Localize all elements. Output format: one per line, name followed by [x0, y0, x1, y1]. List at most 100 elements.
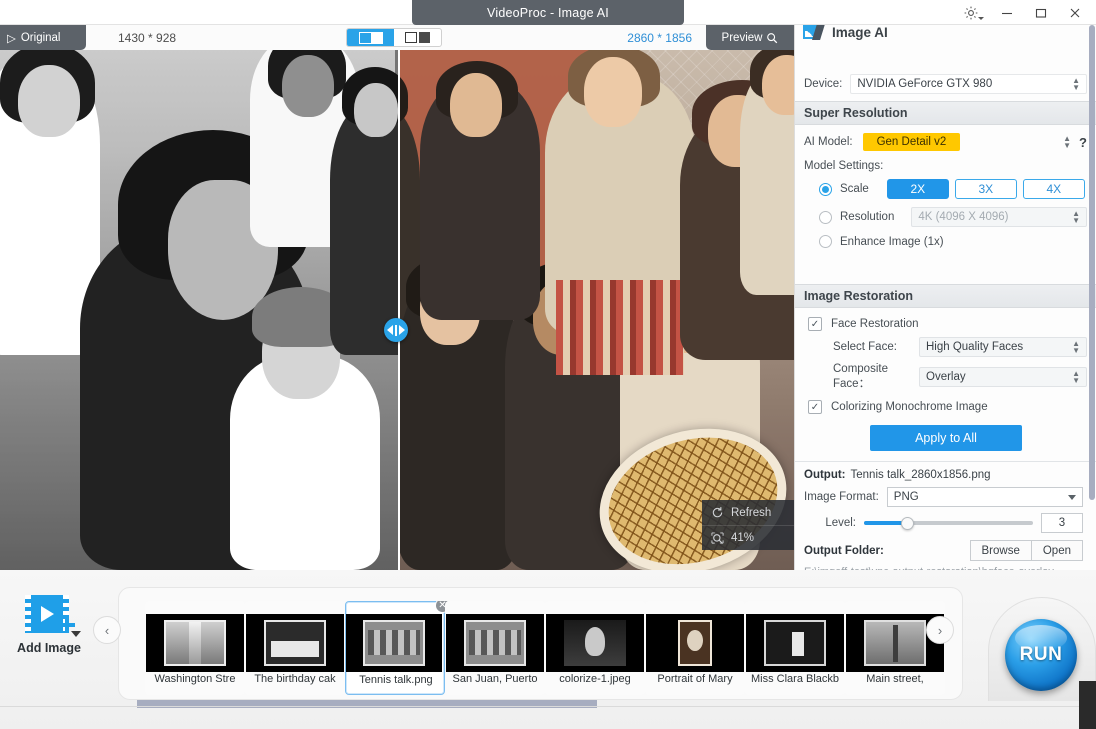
- chevron-right-icon: [399, 325, 405, 335]
- composite-face-select[interactable]: Overlay ▲ ▼: [919, 367, 1087, 387]
- panel-title-label: Image AI: [832, 25, 888, 40]
- thumbnail-image: [246, 614, 344, 672]
- gear-icon[interactable]: [952, 0, 990, 25]
- resolution-value: 4K (4096 X 4096): [918, 211, 1009, 223]
- composite-face-label: Composite Face：: [833, 363, 888, 390]
- view-mode-toggle[interactable]: [346, 28, 442, 47]
- face-restoration-checkbox[interactable]: ✓: [808, 317, 822, 331]
- thumbnail-label: Main street,: [866, 673, 924, 685]
- select-face-select[interactable]: High Quality Faces ▲ ▼: [919, 337, 1087, 357]
- select-face-label: Select Face:: [833, 341, 897, 353]
- resolution-select[interactable]: 4K (4096 X 4096) ▲ ▼: [911, 207, 1087, 227]
- videoproc-image-ai-window: VideoProc - Image AI Refresh 41% ▷ Origi…: [0, 0, 1096, 729]
- output-value: Tennis talk_2860x1856.png: [850, 469, 991, 481]
- title-bar: VideoProc - Image AI: [0, 0, 1096, 25]
- play-icon: ▷: [7, 32, 16, 45]
- thumbnail-image: [446, 614, 544, 672]
- level-value[interactable]: 3: [1041, 513, 1083, 533]
- chevron-updown-icon: ▲ ▼: [1072, 76, 1080, 92]
- thumbnail-item[interactable]: Miss Clara Blackb: [745, 601, 845, 695]
- thumbnail-item[interactable]: Washington Stre: [145, 601, 245, 695]
- thumbnail-label: Miss Clara Blackb: [750, 673, 840, 685]
- scale-3x-button[interactable]: 3X: [954, 179, 1017, 199]
- apply-to-all-button[interactable]: Apply to All: [870, 425, 1022, 451]
- close-button[interactable]: [1058, 0, 1092, 25]
- super-resolution-section: Super Resolution AI Model: Gen Detail v2…: [795, 101, 1096, 258]
- compare-split-line: [398, 25, 400, 570]
- image-format-row: Image Format: PNG: [795, 481, 1096, 507]
- minimize-button[interactable]: [990, 0, 1024, 25]
- resolution-option-row[interactable]: Resolution 4K (4096 X 4096) ▲ ▼: [795, 199, 1096, 227]
- viewer-toolbar: ▷ Original 1430 * 928 2860 * 1856 Previe…: [0, 25, 794, 50]
- enhance-option-row[interactable]: Enhance Image (1x): [795, 227, 1096, 258]
- zoom-level-control[interactable]: 41%: [702, 525, 794, 550]
- window-controls: [952, 0, 1092, 25]
- colorizing-row[interactable]: ✓ Colorizing Monochrome Image: [795, 391, 1096, 423]
- ai-model-row: AI Model: Gen Detail v2 ▲ ▼ ?: [795, 125, 1096, 151]
- add-image-dropdown-caret[interactable]: [71, 631, 81, 637]
- open-button[interactable]: Open: [1031, 540, 1083, 561]
- level-slider[interactable]: [864, 516, 1033, 530]
- scale-radio[interactable]: [819, 182, 832, 196]
- scale-2x-button[interactable]: 2X: [886, 179, 949, 199]
- select-face-row: Select Face: High Quality Faces ▲ ▼: [795, 331, 1096, 357]
- output-folder-label: Output Folder:: [804, 544, 884, 557]
- side-by-side-icon: [405, 32, 430, 43]
- thumbnail-item[interactable]: San Juan, Puerto: [445, 601, 545, 695]
- original-image-pane[interactable]: [0, 25, 399, 570]
- viewer-zoom-overlay: Refresh 41%: [702, 500, 794, 550]
- thumbnail-label: colorize-1.jpeg: [559, 673, 631, 685]
- thumbnail-image: [746, 614, 844, 672]
- slider-knob[interactable]: [901, 516, 915, 530]
- split-compare-view-button[interactable]: [347, 29, 394, 46]
- enhance-radio[interactable]: [819, 235, 832, 248]
- thumbnail-item[interactable]: colorize-1.jpeg: [545, 601, 645, 695]
- thumbnail-next-button[interactable]: ›: [926, 616, 954, 644]
- panel-scrollbar[interactable]: [1088, 25, 1095, 500]
- thumbnail-item[interactable]: ✕ Tennis talk.png: [345, 601, 450, 695]
- refresh-button[interactable]: Refresh: [702, 500, 794, 525]
- enhance-label: Enhance Image (1x): [840, 235, 944, 248]
- add-image-button[interactable]: Add Image: [14, 595, 84, 655]
- image-compare-viewer[interactable]: Refresh 41%: [0, 25, 794, 570]
- thumbnail-prev-button[interactable]: ‹: [93, 616, 121, 644]
- run-button[interactable]: RUN: [1005, 619, 1077, 691]
- output-label: Output:: [804, 469, 846, 481]
- composite-face-value: Overlay: [926, 371, 966, 383]
- thumbnail-item[interactable]: The birthday cak: [245, 601, 345, 695]
- add-image-icon: [25, 595, 81, 637]
- colorizing-checkbox[interactable]: ✓: [808, 400, 822, 414]
- face-restoration-row[interactable]: ✓ Face Restoration: [795, 308, 1096, 331]
- resolution-radio[interactable]: [819, 210, 832, 224]
- refresh-icon: [712, 507, 723, 518]
- tab-preview-label: Preview: [721, 31, 763, 44]
- tab-preview[interactable]: Preview: [706, 25, 794, 50]
- device-row: Device: NVIDIA GeForce GTX 980 ▲ ▼: [795, 71, 1096, 97]
- browse-button[interactable]: Browse: [969, 540, 1032, 561]
- help-icon[interactable]: ?: [1079, 135, 1087, 150]
- split-drag-handle[interactable]: [384, 318, 408, 342]
- window-title: VideoProc - Image AI: [412, 0, 684, 25]
- thumbnail-item[interactable]: Main street,: [845, 601, 945, 695]
- tab-original[interactable]: ▷ Original: [0, 25, 86, 50]
- preview-dimensions: 2860 * 1856: [627, 30, 692, 45]
- chevron-down-icon: [1068, 494, 1076, 500]
- ai-model-label: AI Model:: [804, 136, 853, 148]
- bottom-divider: [0, 706, 1096, 707]
- preview-image-pane[interactable]: [399, 25, 794, 570]
- ai-model-chevron-updown-icon[interactable]: ▲ ▼: [1063, 135, 1071, 150]
- device-select[interactable]: NVIDIA GeForce GTX 980 ▲ ▼: [850, 74, 1087, 94]
- split-view-icon: [358, 31, 383, 44]
- ai-model-value[interactable]: Gen Detail v2: [862, 133, 961, 151]
- side-by-side-view-button[interactable]: [394, 29, 441, 46]
- maximize-button[interactable]: [1024, 0, 1058, 25]
- scale-option-row[interactable]: Scale 2X 3X 4X: [795, 172, 1096, 199]
- thumbnail-image: [346, 614, 442, 672]
- image-format-select[interactable]: PNG: [886, 487, 1083, 507]
- thumbnail-list[interactable]: Washington Stre The birthday cak ✕ Tennis t…: [145, 601, 945, 699]
- thumbnail-item[interactable]: Portrait of Mary: [645, 601, 745, 695]
- chevron-updown-icon: ▲ ▼: [1072, 339, 1080, 355]
- output-divider: [795, 461, 1096, 462]
- scale-4x-button[interactable]: 4X: [1022, 179, 1085, 199]
- image-format-value: PNG: [893, 491, 919, 503]
